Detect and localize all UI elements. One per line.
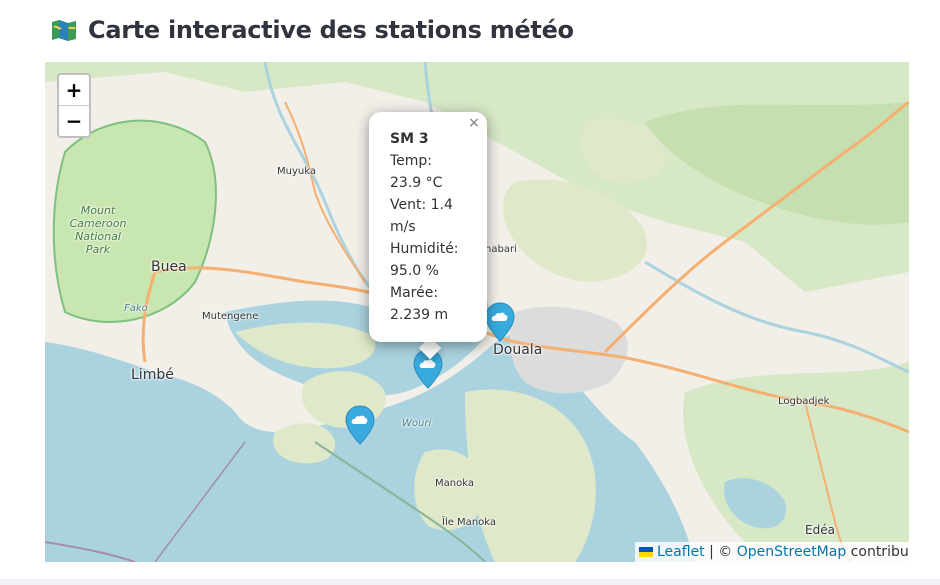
popup-temp-value: 23.9 °C <box>390 175 443 191</box>
popup-wind-label: Vent: 1.4 <box>390 197 453 213</box>
place-label-mutengene: Mutengene <box>202 311 259 322</box>
popup-close-button[interactable]: × <box>467 116 481 130</box>
popup-wind-unit: m/s <box>390 219 416 235</box>
place-label-wouri: Wouri <box>402 418 432 429</box>
place-label-muyuka: Muyuka <box>277 166 316 177</box>
map-container[interactable]: + − Muyuka Mount Cameroon National Park … <box>45 62 909 562</box>
page-header: Carte interactive des stations météo <box>50 12 574 48</box>
place-label-limbe: Limbé <box>131 367 174 383</box>
place-label-logbadjek: Logbadjek <box>778 396 830 407</box>
station-marker[interactable] <box>485 302 515 342</box>
page-divider <box>0 579 940 585</box>
zoom-out-button[interactable]: − <box>59 105 89 136</box>
place-label-manoka: Manoka <box>435 478 474 489</box>
station-marker[interactable] <box>345 405 375 445</box>
place-label-edea: Edéa <box>805 523 835 537</box>
zoom-in-button[interactable]: + <box>59 75 89 105</box>
popup-station-name: SM 3 <box>390 131 429 147</box>
ukraine-flag-icon <box>639 547 653 557</box>
map-icon <box>50 18 78 42</box>
station-popup: × SM 3 Temp: 23.9 °C Vent: 1.4 m/s Humid… <box>369 112 487 342</box>
zoom-control: + − <box>57 73 91 138</box>
popup-humidity-value: 95.0 % <box>390 263 439 279</box>
map-attribution: Leaflet | © OpenStreetMap contribu <box>635 542 909 562</box>
place-label-buea: Buea <box>151 259 187 275</box>
place-label-douala: Douala <box>493 342 543 358</box>
openstreetmap-link[interactable]: OpenStreetMap <box>737 544 846 560</box>
attribution-separator: | © <box>704 544 737 560</box>
place-label-bonabari: nabari <box>485 244 517 255</box>
leaflet-link[interactable]: Leaflet <box>657 544 705 560</box>
place-label-fako: Fako <box>124 303 148 314</box>
popup-tide-label: Marée: <box>390 285 439 301</box>
place-label-ile-manoka: Île Manoka <box>442 517 497 528</box>
page-title: Carte interactive des stations météo <box>88 16 574 44</box>
place-label-mount-cameroon: Mount Cameroon National Park <box>69 204 127 256</box>
popup-humidity-label: Humidité: <box>390 241 459 257</box>
popup-temp-label: Temp: <box>390 153 433 169</box>
attribution-contrib: contribu <box>846 544 909 560</box>
popup-tide-value: 2.239 m <box>390 307 449 323</box>
